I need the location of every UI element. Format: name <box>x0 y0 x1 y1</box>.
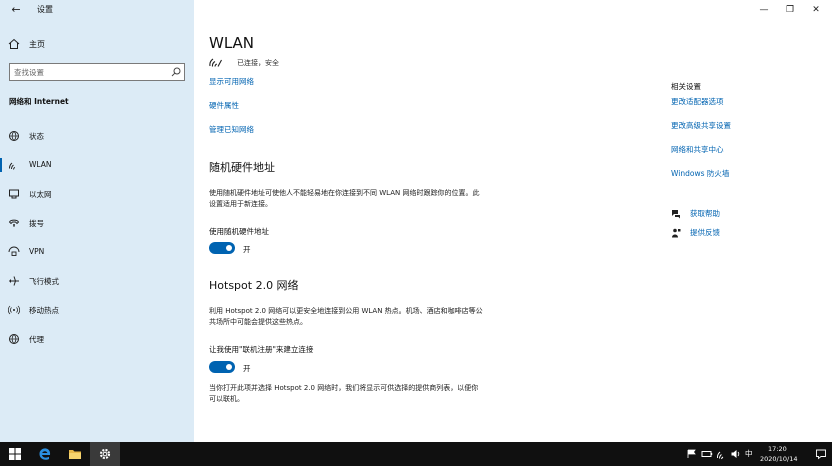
section-title: 网络和 Internet <box>9 97 69 106</box>
hotspot-toggle[interactable] <box>209 361 235 373</box>
home-icon <box>8 38 20 49</box>
search-icon[interactable] <box>171 67 181 77</box>
hotspot-description: 利用 Hotspot 2.0 网络可以更安全地连接到公用 WLAN 热点。机场、… <box>209 307 483 326</box>
get-help-label: 获取帮助 <box>690 209 720 218</box>
change-adapter-options-link[interactable]: 更改适配器选项 <box>671 96 724 107</box>
toggle-knob <box>226 245 232 251</box>
clock-time[interactable]: 17:20 <box>768 445 787 453</box>
proxy-globe-icon <box>9 334 19 344</box>
sidebar-item-wlan[interactable]: WLAN <box>0 155 194 175</box>
sidebar-item-label: 拨号 <box>29 219 44 228</box>
settings-taskbar-button[interactable] <box>90 442 120 466</box>
sidebar-item-label: 状态 <box>29 132 44 141</box>
sidebar-item-ethernet[interactable]: 以太网 <box>0 184 194 204</box>
sidebar-item-vpn[interactable]: VPN <box>0 242 194 262</box>
search-box[interactable] <box>9 63 185 81</box>
sidebar-item-dialup[interactable]: 拨号 <box>0 213 194 233</box>
show-networks-link[interactable]: 显示可用网络 <box>209 76 254 87</box>
tray-battery-icon[interactable] <box>701 448 713 460</box>
folder-icon <box>69 450 81 459</box>
random-hw-toggle[interactable] <box>209 242 235 254</box>
help-chat-icon <box>672 210 680 219</box>
main-content: — ❐ ✕ WLAN 已连接，安全 显示可用网络 硬件属性 管理已知网络 随机硬… <box>194 0 832 442</box>
sidebar-item-label: 主页 <box>29 40 45 49</box>
search-input[interactable] <box>14 66 164 78</box>
minimize-button[interactable]: — <box>750 0 778 20</box>
notification-center-icon[interactable] <box>815 448 827 460</box>
windows-logo-icon <box>9 448 21 460</box>
sidebar-item-hotspot[interactable]: 移动热点 <box>0 300 194 320</box>
manage-known-networks-link[interactable]: 管理已知网络 <box>209 124 254 135</box>
clock-date[interactable]: 2020/10/14 <box>760 455 797 463</box>
sidebar-item-airplane[interactable]: 飞行模式 <box>0 271 194 291</box>
hotspot-heading: Hotspot 2.0 网络 <box>209 279 299 292</box>
edge-taskbar-button[interactable] <box>30 442 60 466</box>
globe-status-icon <box>9 131 19 141</box>
wifi-icon <box>8 162 16 170</box>
minimize-icon: — <box>759 5 769 15</box>
hotspot-option-label: 让我使用"联机注册"来建立连接 <box>209 345 314 354</box>
edge-browser-icon <box>39 448 51 460</box>
sidebar-item-home[interactable]: 主页 <box>0 34 194 54</box>
random-hw-option-label: 使用随机硬件地址 <box>209 227 269 236</box>
restore-button[interactable]: ❐ <box>776 0 804 20</box>
sidebar-item-proxy[interactable]: 代理 <box>0 329 194 349</box>
windows-firewall-link[interactable]: Windows 防火墙 <box>671 168 729 179</box>
title-bar-left: ← 设置 <box>0 0 194 20</box>
network-sharing-center-link[interactable]: 网络和共享中心 <box>671 144 724 155</box>
back-arrow-icon: ← <box>11 3 21 16</box>
give-feedback-label: 提供反馈 <box>690 228 720 237</box>
tray-network-flag-icon[interactable] <box>686 448 698 460</box>
sidebar: ← 设置 主页 网络和 Internet 状态 <box>0 0 194 442</box>
related-settings-title: 相关设置 <box>671 82 701 91</box>
restore-icon: ❐ <box>785 5 795 15</box>
explorer-taskbar-button[interactable] <box>60 442 90 466</box>
page-title: WLAN <box>209 34 255 52</box>
connection-status-text: 已连接，安全 <box>237 59 279 67</box>
close-button[interactable]: ✕ <box>802 0 830 20</box>
hotspot-footnote: 当你打开此项并选择 Hotspot 2.0 网络时，我们将显示可供选择的提供商列… <box>209 384 479 403</box>
hotspot-toggle-state: 开 <box>243 364 251 373</box>
close-icon: ✕ <box>812 5 820 15</box>
sidebar-item-label: VPN <box>29 247 45 256</box>
sidebar-item-label: 移动热点 <box>29 306 59 315</box>
taskbar: 中 17:20 2020/10/14 <box>0 442 832 466</box>
tray-wifi-icon[interactable] <box>716 448 728 460</box>
gear-icon <box>99 448 111 460</box>
toggle-knob <box>226 364 232 370</box>
random-hw-heading: 随机硬件地址 <box>209 161 275 174</box>
hardware-properties-link[interactable]: 硬件属性 <box>209 100 239 111</box>
ethernet-icon <box>9 189 19 199</box>
sidebar-item-label: WLAN <box>29 160 52 169</box>
hotspot-icon <box>8 305 20 315</box>
airplane-icon <box>9 276 19 286</box>
wifi-secure-icon <box>209 58 222 67</box>
vpn-icon <box>8 246 20 256</box>
dialup-icon <box>8 219 20 227</box>
start-button[interactable] <box>0 442 30 466</box>
advanced-sharing-link[interactable]: 更改高级共享设置 <box>671 120 731 131</box>
tray-volume-icon[interactable] <box>730 448 742 460</box>
back-button[interactable]: ← <box>8 2 24 18</box>
sidebar-item-label: 飞行模式 <box>29 277 59 286</box>
sidebar-item-status[interactable]: 状态 <box>0 126 194 146</box>
sidebar-item-label: 代理 <box>29 335 44 344</box>
settings-window: ← 设置 主页 网络和 Internet 状态 <box>0 0 832 442</box>
app-title: 设置 <box>37 5 53 14</box>
random-hw-description: 使用随机硬件地址可使他人不能轻易地在你连接到不同 WLAN 网络时跟踪你的位置。… <box>209 189 480 208</box>
feedback-icon <box>672 228 681 238</box>
random-hw-toggle-state: 开 <box>243 245 251 254</box>
sidebar-item-label: 以太网 <box>29 190 52 199</box>
ime-indicator[interactable]: 中 <box>745 448 753 460</box>
